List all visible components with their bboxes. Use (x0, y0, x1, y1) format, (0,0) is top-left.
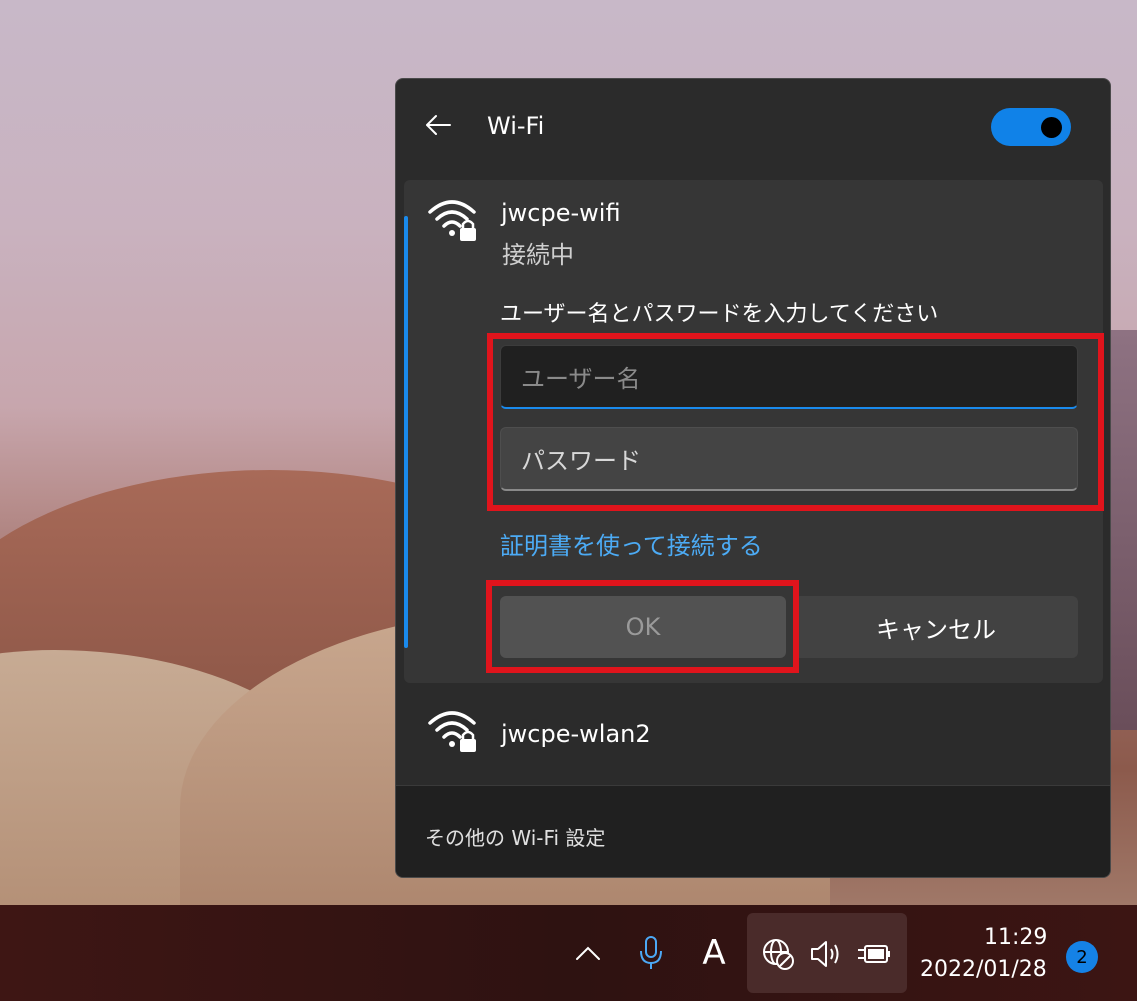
wifi-toggle[interactable] (991, 108, 1071, 146)
quick-settings-button[interactable] (747, 913, 907, 993)
globe-icon (763, 939, 794, 970)
microphone-button[interactable] (634, 931, 668, 975)
panel-title: Wi-Fi (487, 112, 545, 140)
clock-date[interactable]: 2022/01/28 (920, 957, 1047, 982)
selection-accent-bar (404, 216, 408, 648)
speaker-icon (811, 941, 839, 967)
toggle-knob (1041, 117, 1062, 138)
back-arrow-icon (426, 115, 451, 135)
battery-plug-icon (858, 945, 890, 963)
panel-footer: その他の Wi-Fi 設定 (396, 785, 1110, 877)
microphone-icon (640, 936, 662, 969)
network-item-jwcpe-wlan2[interactable]: jwcpe-wlan2 (501, 720, 651, 748)
show-hidden-icons-button[interactable] (570, 935, 606, 971)
chevron-up-icon (576, 946, 600, 960)
network-name: jwcpe-wifi (501, 199, 621, 227)
credentials-prompt: ユーザー名とパスワードを入力してください (500, 302, 939, 327)
back-button[interactable] (422, 109, 454, 141)
certificate-connect-link[interactable]: 証明書を使って接続する (500, 526, 763, 561)
wifi-secured-icon (428, 200, 476, 241)
cancel-button[interactable]: キャンセル (794, 596, 1078, 658)
ime-icon[interactable]: A (697, 931, 731, 975)
taskbar: A 11:29 2022/01/28 2 (0, 905, 1137, 1001)
clock-time[interactable]: 11:29 (984, 925, 1047, 950)
wifi-secured-icon (428, 711, 476, 752)
highlight-box-credentials (487, 333, 1104, 511)
notification-badge[interactable]: 2 (1066, 941, 1098, 973)
more-wifi-settings-link[interactable]: その他の Wi-Fi 設定 (425, 822, 605, 851)
highlight-box-ok (486, 580, 799, 673)
network-status: 接続中 (502, 241, 574, 269)
